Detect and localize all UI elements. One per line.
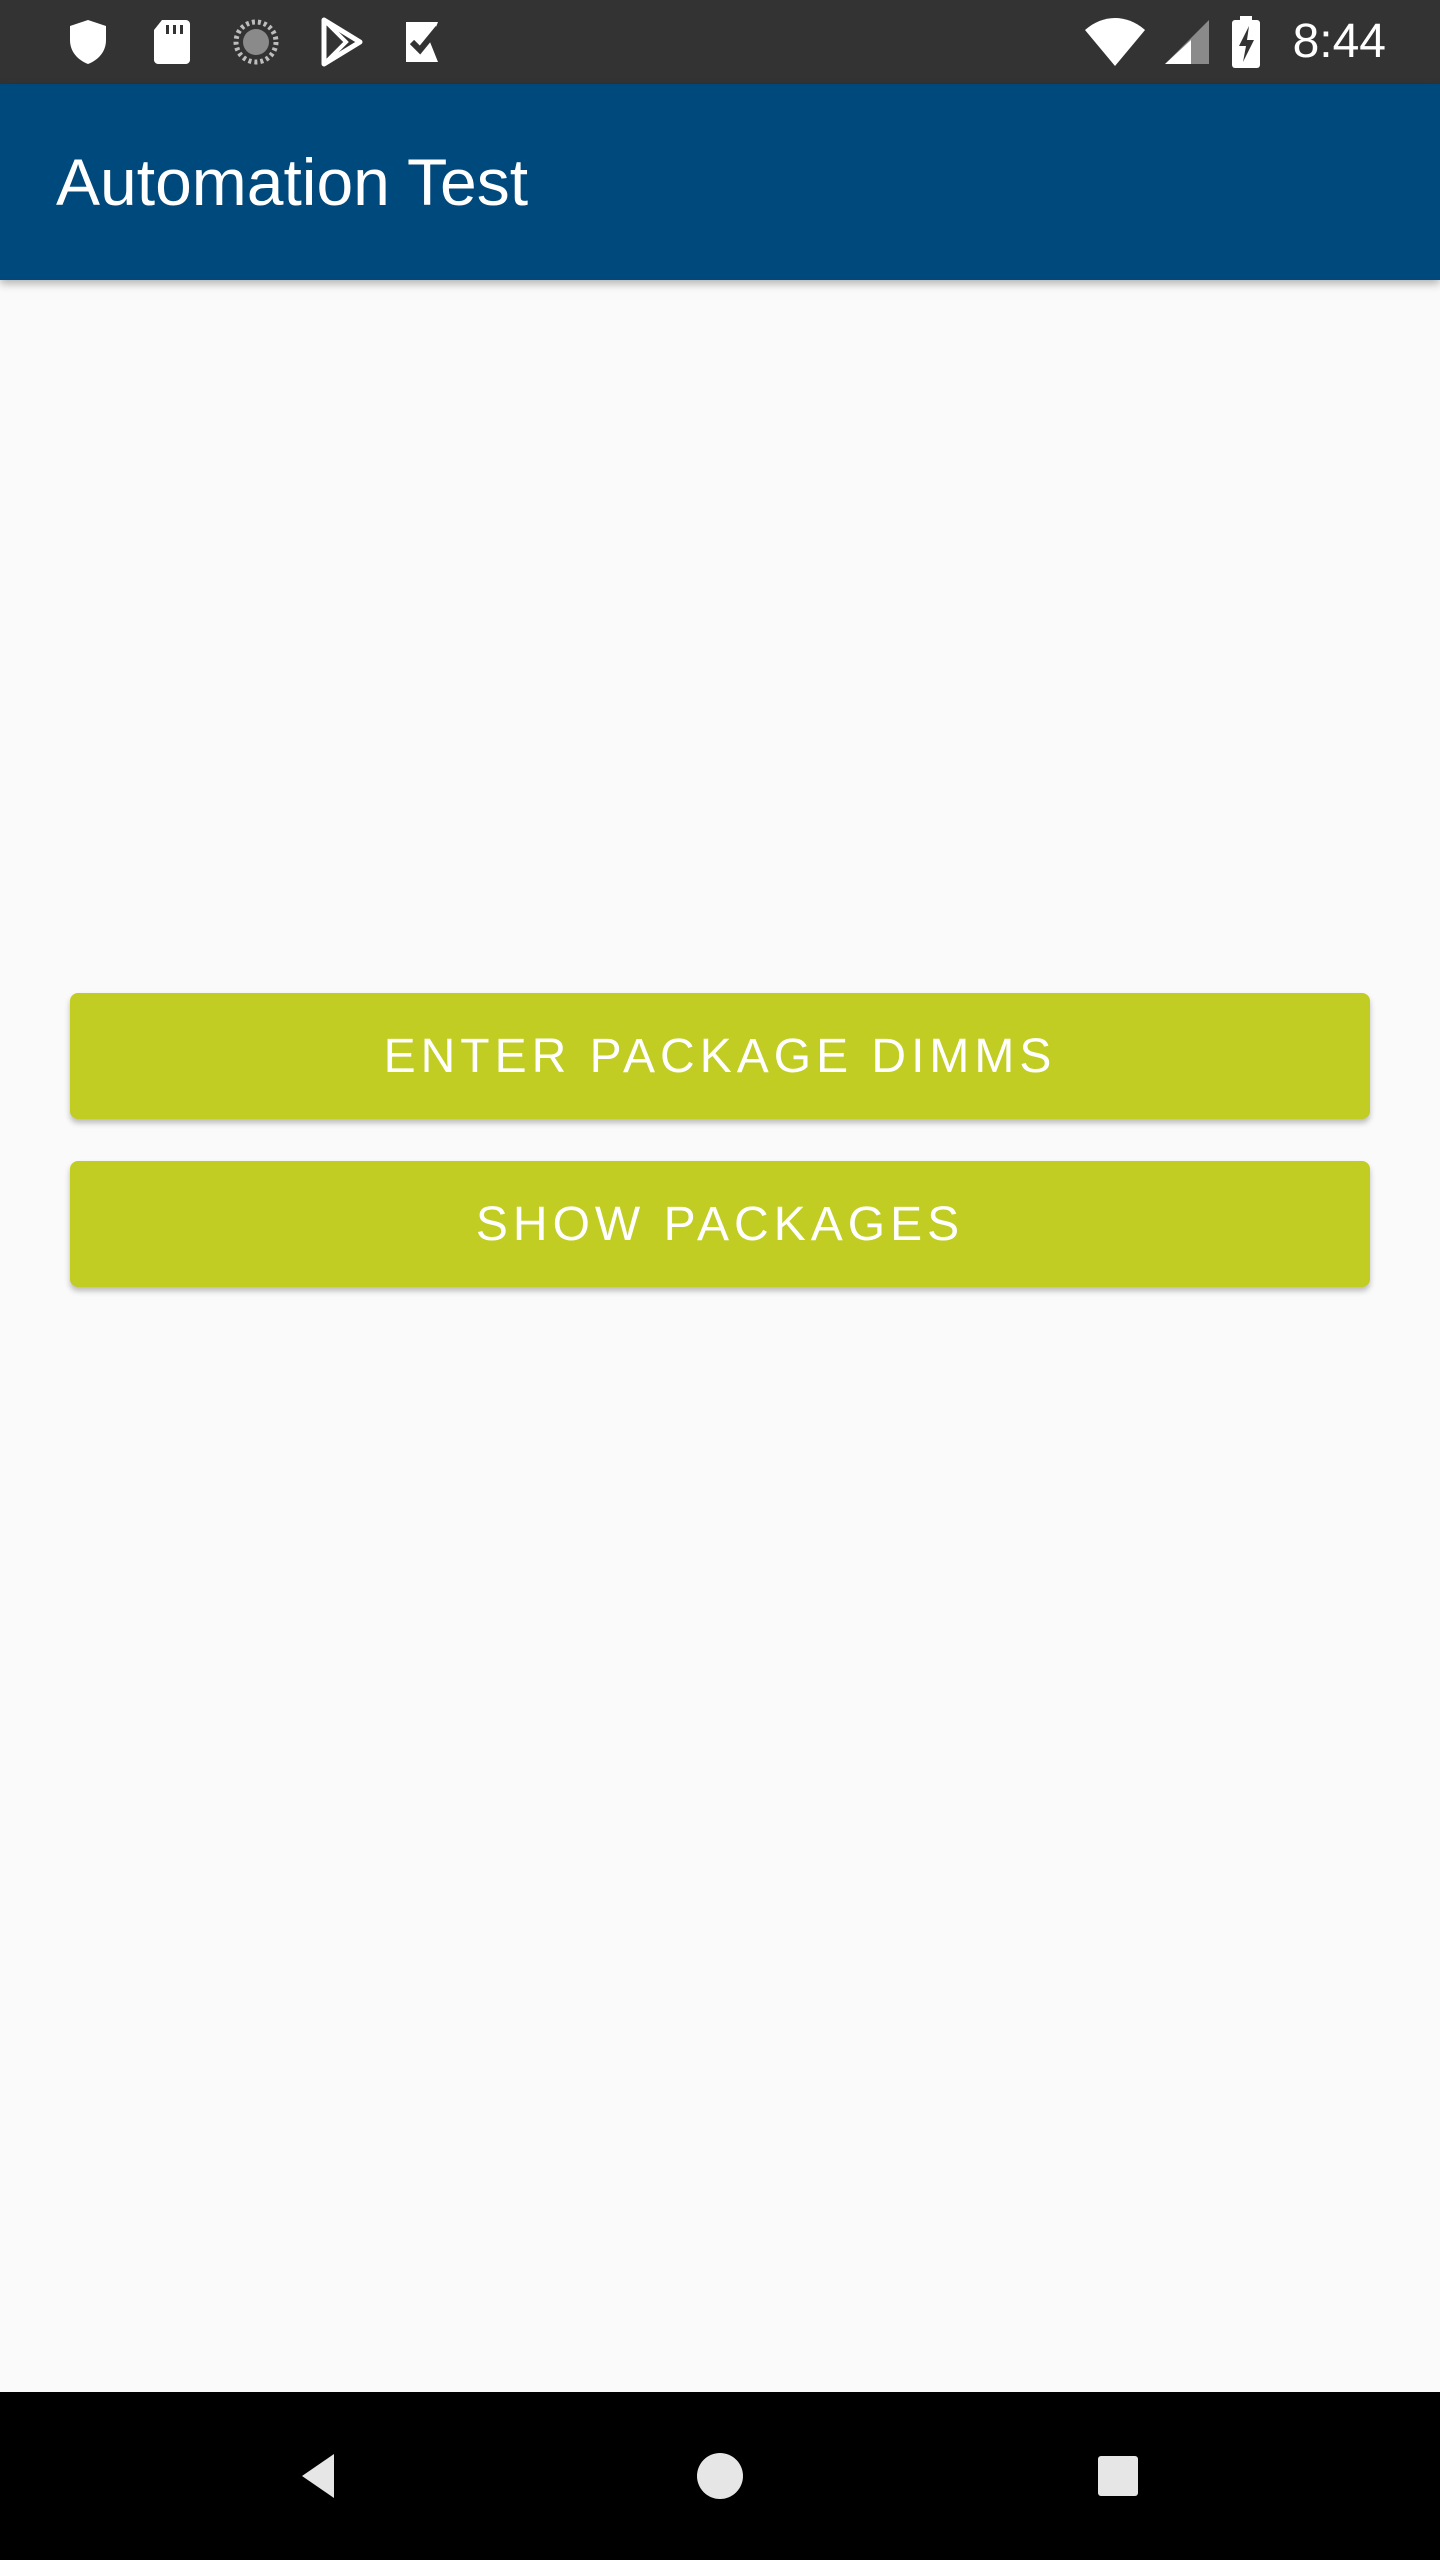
main-content xyxy=(0,280,1440,2392)
system-status: 8:44 xyxy=(1083,14,1386,70)
sync-progress-icon xyxy=(233,19,279,65)
sd-card-icon xyxy=(154,20,190,64)
recents-button[interactable] xyxy=(1068,2426,1168,2526)
cell-signal-icon xyxy=(1164,20,1209,64)
app-bar: Automation Test xyxy=(0,84,1440,280)
status-bar: 8:44 xyxy=(0,0,1440,84)
play-store-icon xyxy=(321,17,363,67)
show-packages-button[interactable]: SHOW PACKAGES xyxy=(70,1161,1370,1287)
wifi-icon xyxy=(1084,18,1145,66)
back-button[interactable] xyxy=(270,2426,370,2526)
enter-package-dimms-button[interactable]: ENTER PACKAGE DIMMS xyxy=(70,993,1370,1119)
app-screen: 8:44 Automation Test ENTER PACKAGE DIMMS… xyxy=(0,0,1440,2560)
recents-icon xyxy=(1098,2456,1138,2496)
home-icon xyxy=(697,2453,743,2499)
back-icon xyxy=(302,2454,334,2498)
clock: 8:44 xyxy=(1292,15,1386,68)
navigation-bar xyxy=(0,2392,1440,2560)
page-title: Automation Test xyxy=(56,145,529,219)
home-button[interactable] xyxy=(670,2426,770,2526)
task-check-icon xyxy=(406,22,441,62)
notification-icons xyxy=(60,14,452,70)
battery-charging-icon xyxy=(1231,16,1260,68)
shield-icon xyxy=(70,20,106,64)
